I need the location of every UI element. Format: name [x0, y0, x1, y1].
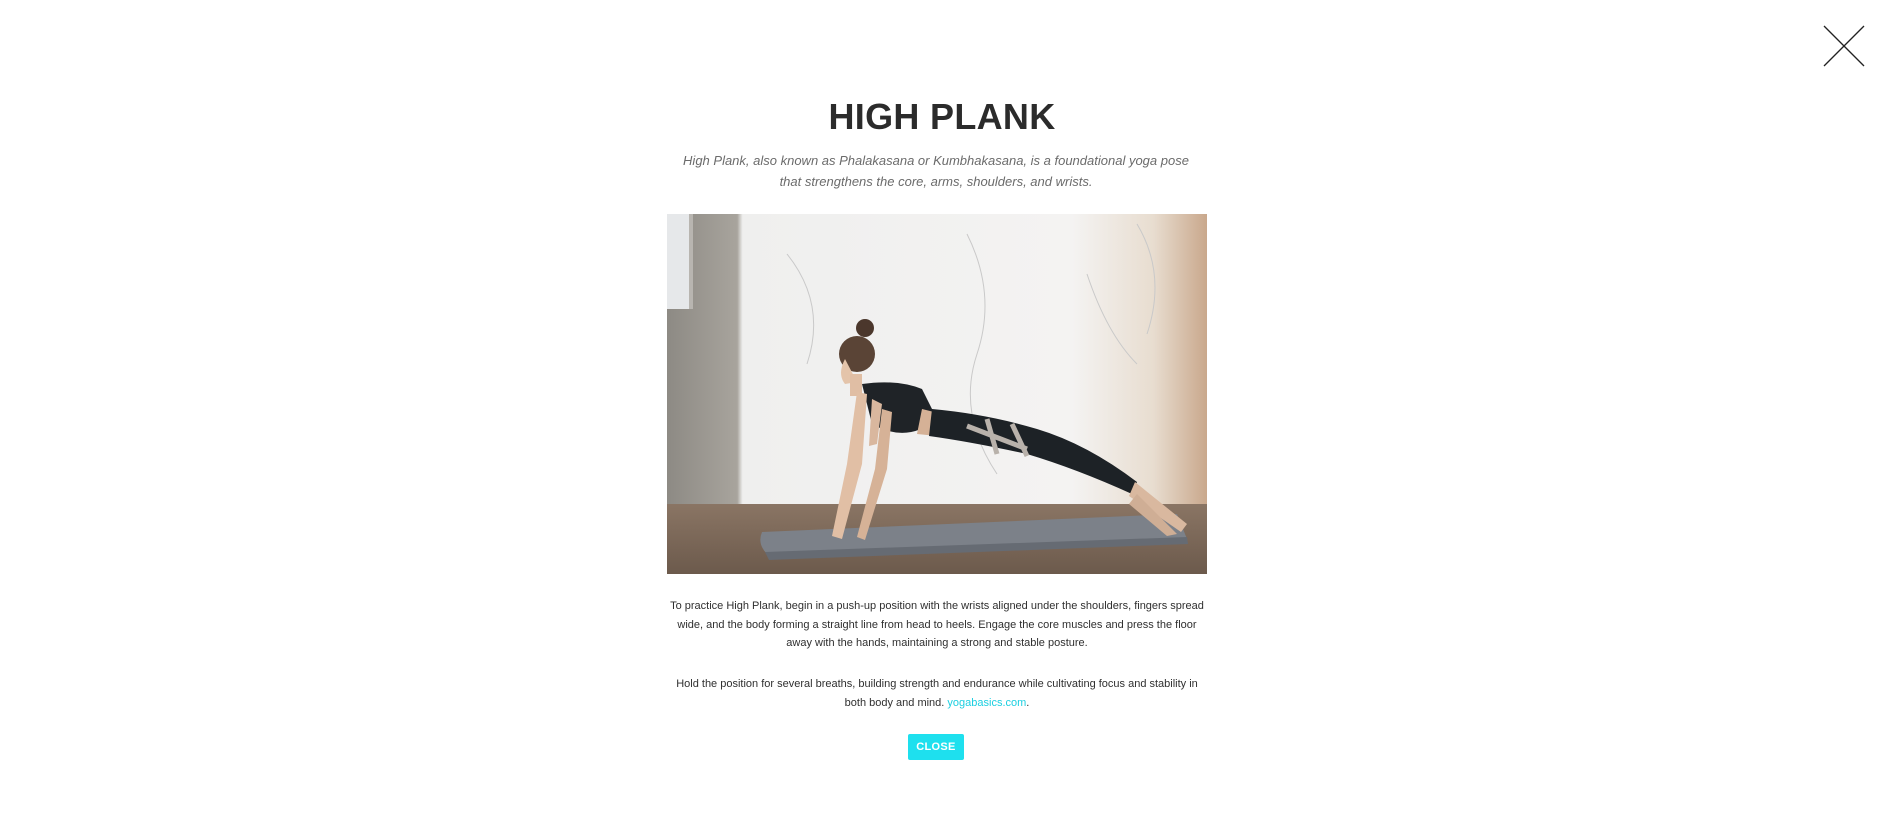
- pose-hold-text: Hold the position for several breaths, b…: [664, 675, 1210, 712]
- close-button[interactable]: CLOSE: [908, 734, 964, 760]
- pose-subtitle: High Plank, also known as Phalakasana or…: [683, 153, 1189, 189]
- close-icon[interactable]: [1822, 24, 1866, 68]
- pose-modal: HIGH PLANK High Plank, also known as Pha…: [0, 0, 1884, 838]
- pose-title: HIGH PLANK: [828, 96, 1056, 137]
- pose-hold-period: .: [1026, 696, 1030, 709]
- pose-photo: [667, 214, 1207, 574]
- pose-instructions: To practice High Plank, begin in a push-…: [670, 600, 1204, 649]
- pose-hold-sentence: Hold the position for several breaths, b…: [676, 678, 1198, 709]
- source-link[interactable]: yogabasics.com: [947, 697, 1026, 709]
